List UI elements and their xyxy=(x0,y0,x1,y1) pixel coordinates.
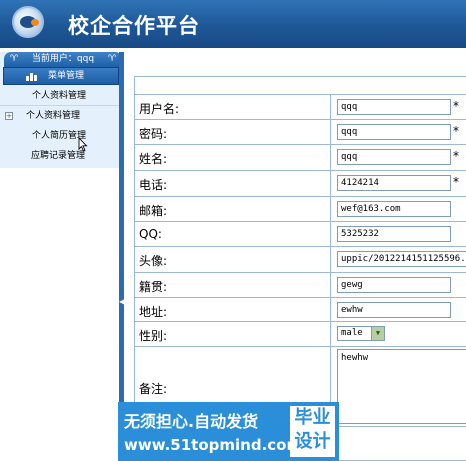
form-header-row xyxy=(135,77,466,95)
current-user-label: 当前用户：qqq xyxy=(31,54,95,64)
address-field[interactable]: ewhw xyxy=(337,302,451,318)
form-row-username: 用户名: qqq * xyxy=(135,95,466,120)
bar-chart-icon xyxy=(26,73,37,81)
email-label: 邮箱: xyxy=(139,204,168,218)
app-logo xyxy=(12,6,44,38)
mouse-cursor-icon xyxy=(78,137,88,152)
form-row-password: 密码: qqq * xyxy=(135,120,466,145)
watermark-badge: 毕业 设计 xyxy=(290,406,335,457)
gender-selected-value: male xyxy=(341,328,363,338)
sidebar-item-label: 个人资料管理 xyxy=(26,111,81,121)
origin-field[interactable]: gewg xyxy=(337,277,451,293)
username-field[interactable]: qqq xyxy=(337,99,451,115)
qq-field[interactable]: 5325232 xyxy=(337,226,451,242)
form-row-email: 邮箱: wef@163.com xyxy=(135,197,466,222)
app-title: 校企合作平台 xyxy=(68,14,200,38)
watermark-url: www.51topmind.com xyxy=(124,436,303,454)
phone-label: 电话: xyxy=(139,178,168,192)
form-row-gender: 性别: male ▼ xyxy=(135,322,466,347)
name-field[interactable]: qqq xyxy=(337,149,451,165)
logo-dot-icon xyxy=(31,19,39,26)
form-row-phone: 电话: 4124214 * xyxy=(135,171,466,197)
expand-toggle-icon[interactable]: + xyxy=(5,112,13,120)
sidebar-item-profile-group[interactable]: + 个人资料管理 xyxy=(0,107,124,126)
watermark-badge-top: 毕业 xyxy=(294,407,331,428)
watermark-badge-bottom: 设计 xyxy=(294,431,331,452)
menu-header[interactable]: 菜单管理 xyxy=(3,67,119,85)
qq-label: QQ: xyxy=(139,227,162,241)
form-row-address: 地址: ewhw xyxy=(135,298,466,322)
required-mark: * xyxy=(453,99,459,113)
remark-label: 备注: xyxy=(139,382,168,396)
pin-icon: ♈ xyxy=(10,54,19,64)
menu-header-label: 菜单管理 xyxy=(48,71,85,81)
remark-textarea[interactable]: hewhw xyxy=(337,349,466,424)
origin-label: 籍贯: xyxy=(139,280,168,294)
current-user-bar: ♈ 当前用户：qqq ♈ xyxy=(4,52,122,67)
password-field[interactable]: qqq xyxy=(337,124,451,140)
pin-icon: ♈ xyxy=(108,54,117,64)
sidebar-empty-area xyxy=(0,168,124,461)
email-field[interactable]: wef@163.com xyxy=(337,201,451,217)
gender-label: 性别: xyxy=(139,329,168,343)
sidebar-item-resume[interactable]: 个人简历管理 xyxy=(0,127,124,146)
avatar-path-field[interactable]: uppic/2012214151125596.j xyxy=(337,251,466,267)
form-row-name: 姓名: qqq * xyxy=(135,145,466,171)
sidebar: ♈ 当前用户：qqq ♈ 菜单管理 个人资料管理 + 个人资料管理 个人简历管理… xyxy=(0,52,124,461)
gender-select[interactable]: male ▼ xyxy=(337,326,385,341)
required-mark: * xyxy=(453,149,459,163)
watermark-banner: 无须担心.自动发货 www.51topmind.com 毕业 设计 xyxy=(118,402,339,461)
phone-field[interactable]: 4124214 xyxy=(337,175,451,191)
watermark-slogan: 无须担心.自动发货 xyxy=(124,412,259,431)
chevron-down-icon[interactable]: ▼ xyxy=(371,327,384,340)
main-content: 用户名: qqq * 密码: qqq * 姓名: qqq * 电话: 41242… xyxy=(124,52,466,461)
avatar-label: 头像: xyxy=(139,254,168,268)
name-label: 姓名: xyxy=(139,152,168,166)
form-row-avatar: 头像: uppic/2012214151125596.j xyxy=(135,247,466,273)
username-label: 用户名: xyxy=(139,102,180,116)
sidebar-item-profile[interactable]: 个人资料管理 xyxy=(0,87,124,106)
required-mark: * xyxy=(453,175,459,189)
app-header: 校企合作平台 xyxy=(0,0,466,48)
required-mark: * xyxy=(453,124,459,138)
address-label: 地址: xyxy=(139,305,168,319)
password-label: 密码: xyxy=(139,127,168,141)
form-row-origin: 籍贯: gewg xyxy=(135,273,466,298)
sidebar-item-applications[interactable]: 应聘记录管理 xyxy=(0,147,124,166)
form-row-qq: QQ: 5325232 xyxy=(135,222,466,247)
